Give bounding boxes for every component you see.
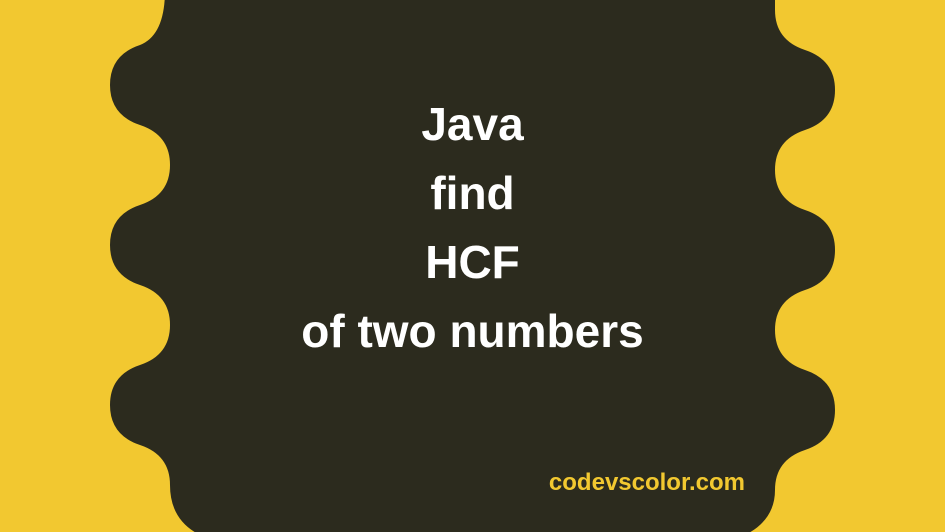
banner-container: Java find HCF of two numbers codevscolor… <box>0 0 945 532</box>
title-line-4: of two numbers <box>0 297 945 366</box>
title-line-1: Java <box>0 90 945 159</box>
title-line-3: HCF <box>0 228 945 297</box>
main-title: Java find HCF of two numbers <box>0 90 945 366</box>
website-url: codevscolor.com <box>549 469 745 497</box>
title-line-2: find <box>0 159 945 228</box>
